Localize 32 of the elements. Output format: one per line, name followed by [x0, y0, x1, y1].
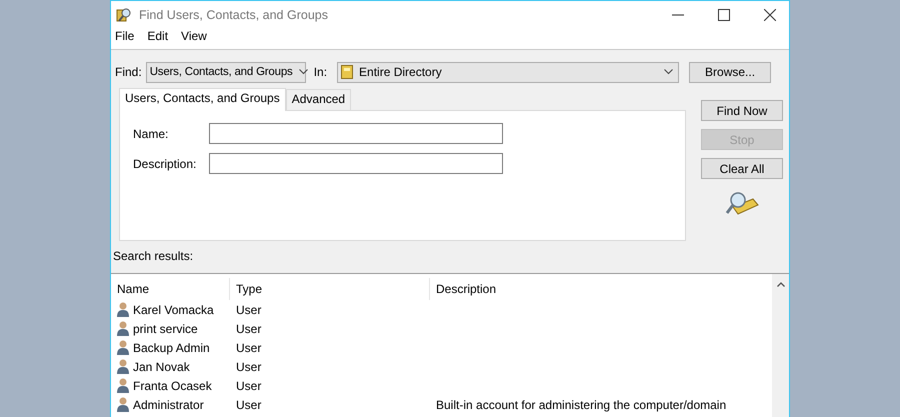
- field-label: Name:: [132, 126, 170, 140]
- tab[interactable]: Users, Contacts, and Groups: [119, 88, 286, 111]
- table-cell: User: [236, 302, 262, 316]
- column-header[interactable]: Name: [111, 278, 230, 300]
- column-header[interactable]: Type: [230, 278, 430, 300]
- table-cell: User: [236, 322, 262, 336]
- find-dropdown[interactable]: Users, Contacts, and Groups: [146, 62, 306, 82]
- find-label: Find:: [115, 65, 142, 79]
- menu-item[interactable]: Edit: [147, 29, 168, 43]
- in-dropdown[interactable]: Entire Directory: [337, 62, 680, 82]
- table-cell: Backup Admin: [133, 340, 210, 354]
- column-header[interactable]: Description: [430, 278, 772, 300]
- table-cell: Administrator: [133, 398, 204, 412]
- table-cell: print service: [133, 322, 198, 336]
- table-cell: Built-in account for administering the computer/domain: [436, 398, 726, 412]
- table-cell: Karel Vomacka: [133, 302, 214, 316]
- menu-item[interactable]: View: [181, 29, 207, 43]
- menu-item[interactable]: File: [115, 29, 134, 43]
- action-button[interactable]: Clear All: [701, 158, 783, 179]
- field-label: Description:: [132, 156, 198, 170]
- action-button[interactable]: Find Now: [701, 100, 783, 121]
- tab[interactable]: Advanced: [286, 89, 352, 110]
- table-cell: User: [236, 378, 262, 392]
- window-title: Find Users, Contacts, and Groups: [139, 8, 328, 22]
- table-cell: User: [236, 398, 262, 412]
- browse-button[interactable]: Browse...: [689, 62, 772, 82]
- table-cell: User: [236, 360, 262, 374]
- table-cell: Jan Novak: [133, 360, 190, 374]
- table-cell: Franta Ocasek: [133, 378, 212, 392]
- table-cell: User: [236, 340, 262, 354]
- results-label: Search results:: [113, 249, 194, 265]
- in-label: In:: [314, 65, 328, 79]
